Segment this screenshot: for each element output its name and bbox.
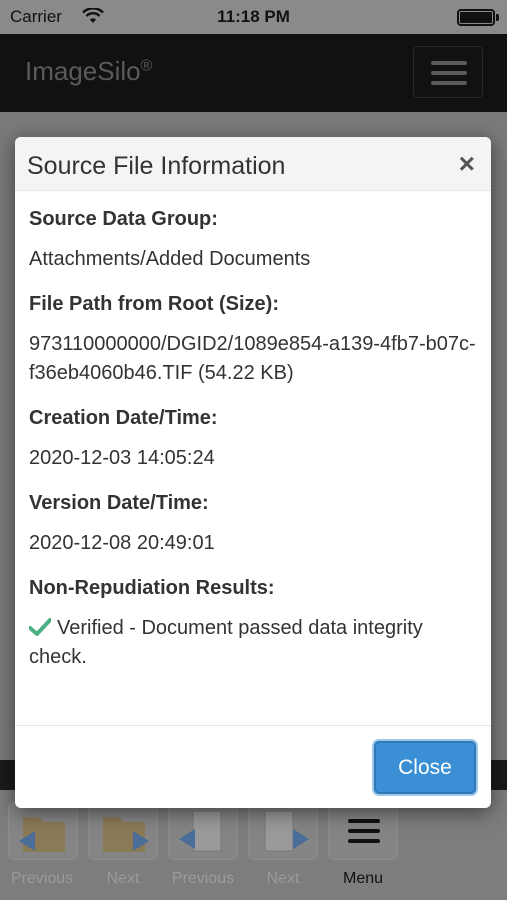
- non-repudiation-field: Non-Repudiation Results: Verified - Docu…: [29, 576, 481, 672]
- close-icon[interactable]: ×: [459, 150, 475, 178]
- navbar: ImageSilo®: [0, 34, 507, 112]
- field-value: Attachments/Added Documents: [29, 248, 311, 270]
- field-value: Verified - Document passed data integrit…: [29, 614, 481, 672]
- field-value: 2020-12-08 20:49:01: [29, 532, 215, 554]
- previous-folder-label: Previous: [10, 870, 74, 887]
- file-path-field: File Path from Root (Size): 973110000000…: [29, 292, 481, 388]
- verification-result: Verified - Document passed data integrit…: [29, 617, 423, 668]
- document-previous-icon: [179, 810, 222, 852]
- next-document-button[interactable]: [248, 802, 318, 860]
- modal-body: Source Data Group: Attachments/Added Doc…: [29, 207, 481, 690]
- menu-label: Menu: [342, 870, 384, 887]
- creation-date-field: Creation Date/Time: 2020-12-03 14:05:24: [29, 406, 481, 473]
- menu-button[interactable]: [328, 802, 398, 860]
- source-data-group-field: Source Data Group: Attachments/Added Doc…: [29, 207, 481, 274]
- nav-menu-button[interactable]: [413, 46, 483, 98]
- folder-previous-icon: [19, 817, 65, 852]
- version-date-field: Version Date/Time: 2020-12-08 20:49:01: [29, 491, 481, 558]
- next-folder-button[interactable]: [88, 802, 158, 860]
- source-file-info-modal: Source File Information × Source Data Gr…: [15, 137, 491, 808]
- field-label: File Path from Root (Size):: [29, 293, 279, 315]
- modal-header: Source File Information ×: [15, 137, 491, 191]
- modal-footer: Close: [15, 725, 491, 808]
- next-document-label: Next: [266, 870, 300, 887]
- previous-folder-button[interactable]: [8, 802, 78, 860]
- field-label: Version Date/Time:: [29, 492, 209, 514]
- field-label: Source Data Group:: [29, 208, 218, 230]
- modal-title: Source File Information: [27, 152, 286, 180]
- battery-icon: [457, 9, 495, 26]
- next-folder-label: Next: [106, 870, 140, 887]
- close-button[interactable]: Close: [374, 741, 476, 794]
- folder-next-icon: [103, 817, 149, 852]
- checkmark-icon: [29, 618, 51, 636]
- field-label: Non-Repudiation Results:: [29, 577, 275, 599]
- previous-document-label: Previous: [171, 870, 235, 887]
- status-bar: Carrier 11:18 PM: [0, 0, 507, 34]
- field-value: 973110000000/DGID2/1089e854-a139-4fb7-b0…: [29, 333, 476, 384]
- brand-logo[interactable]: ImageSilo®: [25, 56, 152, 87]
- previous-document-button[interactable]: [168, 802, 238, 860]
- field-label: Creation Date/Time:: [29, 407, 218, 429]
- clock: 11:18 PM: [217, 7, 290, 26]
- document-next-icon: [264, 810, 309, 852]
- field-value: 2020-12-03 14:05:24: [29, 447, 215, 469]
